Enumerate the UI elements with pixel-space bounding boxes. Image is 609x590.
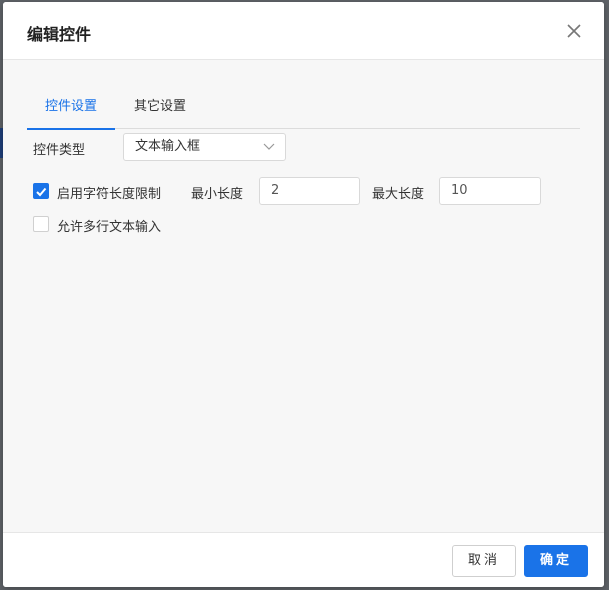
dialog-body: 控件设置 其它设置 控件类型 文本输入框 启用字符长度限制 最小长度 2 最大长…	[3, 61, 604, 532]
length-limit-checkbox[interactable]	[33, 183, 49, 199]
close-icon[interactable]	[565, 22, 583, 40]
control-type-value: 文本输入框	[135, 139, 201, 154]
dialog-footer: 取消 确定	[3, 532, 604, 587]
chevron-down-icon	[263, 143, 275, 150]
dialog-header: 编辑控件	[3, 2, 604, 60]
cancel-button[interactable]: 取消	[452, 545, 516, 577]
min-length-input[interactable]: 2	[259, 177, 360, 205]
checkmark-icon	[36, 187, 47, 197]
length-limit-label: 启用字符长度限制	[57, 187, 162, 202]
control-type-select[interactable]: 文本输入框	[123, 133, 286, 161]
ok-button[interactable]: 确定	[524, 545, 588, 577]
tab-other-settings[interactable]: 其它设置	[124, 91, 196, 129]
control-type-label: 控件类型	[33, 143, 86, 158]
active-tab-indicator	[27, 128, 115, 130]
multiline-checkbox[interactable]	[33, 216, 49, 232]
tab-label: 控件设置	[44, 99, 97, 114]
multiline-label: 允许多行文本输入	[57, 220, 162, 235]
min-length-label: 最小长度	[191, 187, 244, 202]
tab-control-settings[interactable]: 控件设置	[27, 91, 115, 130]
max-length-input[interactable]: 10	[439, 177, 541, 205]
max-length-label: 最大长度	[372, 187, 425, 202]
edit-control-dialog: 编辑控件 控件设置 其它设置 控件类型 文本输入框 启用字符长度限制 最小长度 …	[3, 2, 604, 587]
tab-label: 其它设置	[133, 99, 186, 114]
dialog-title: 编辑控件	[27, 25, 92, 44]
tab-bar: 控件设置 其它设置	[27, 91, 580, 130]
